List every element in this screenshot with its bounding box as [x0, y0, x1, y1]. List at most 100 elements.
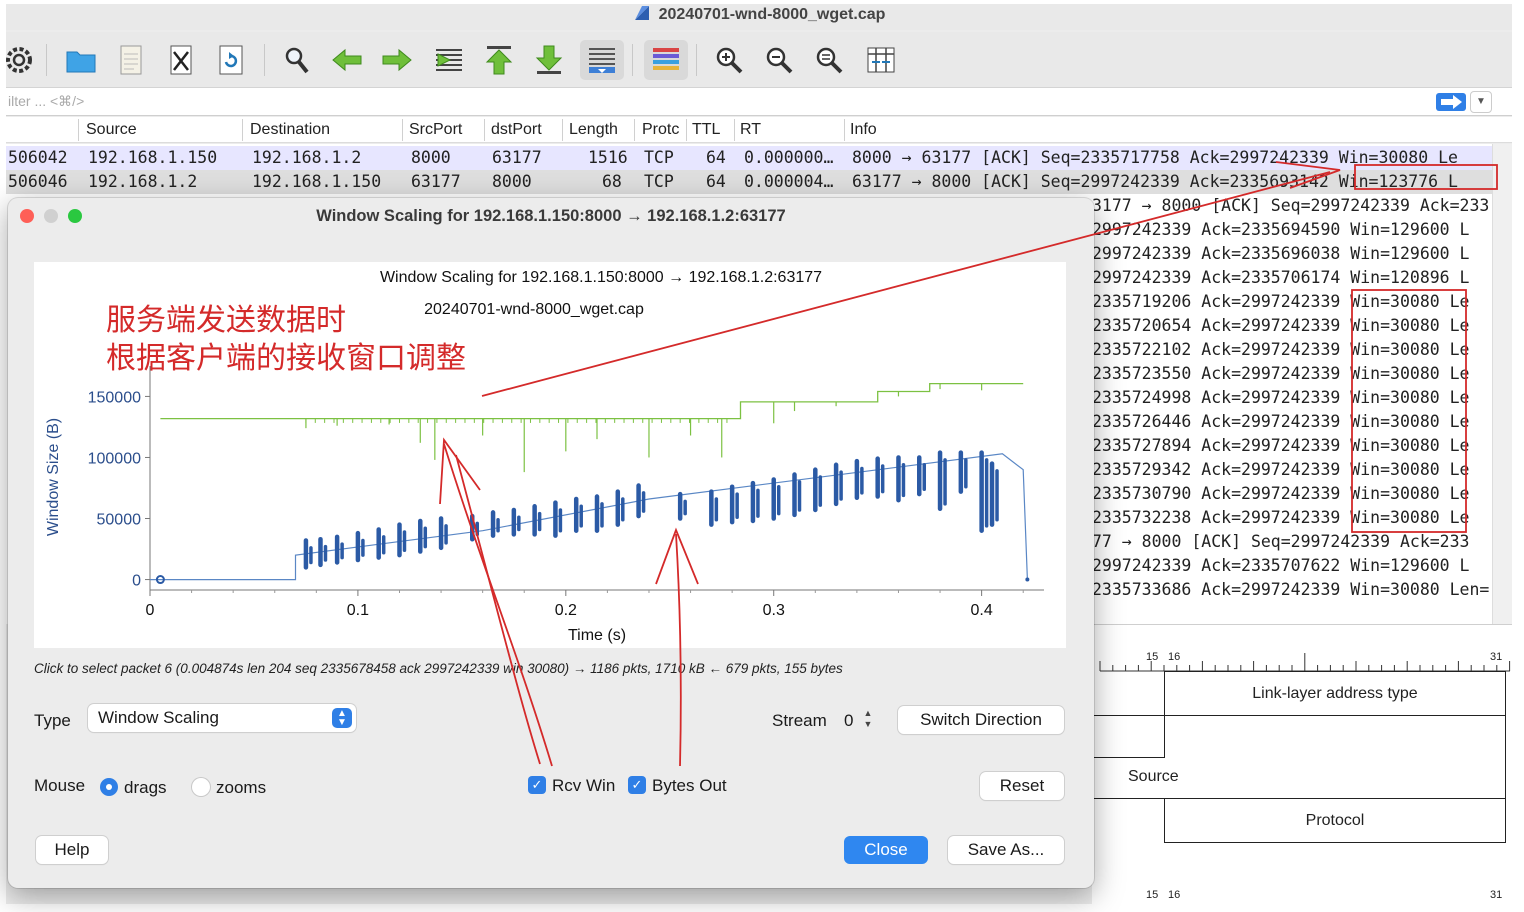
field-link-layer-address-type[interactable]: Link-layer address type: [1164, 671, 1506, 715]
ruler-label-16: 16: [1168, 889, 1181, 901]
packet-info: 2997242339 Ack=2335707622 Win=129600 L: [1092, 556, 1470, 575]
go-to-packet-icon[interactable]: [430, 40, 468, 80]
bytes-out-checkbox[interactable]: ✓: [628, 776, 646, 794]
field-label: Protocol: [1305, 812, 1365, 829]
field-protocol[interactable]: Protocol: [1164, 799, 1506, 843]
column-source[interactable]: Source: [86, 121, 137, 139]
field-label: Link-layer address type: [1252, 685, 1418, 702]
packet-destination: 192.168.1.2: [252, 148, 362, 167]
window-scaling-dialog: Window Scaling for 192.168.1.150:8000 → …: [8, 198, 1094, 888]
type-label: Type: [34, 711, 71, 730]
save-as-button[interactable]: Save As...: [948, 836, 1064, 864]
file-icon[interactable]: [112, 40, 150, 80]
packet-info: 2335726446 Ack=2997242339 Win=30080 Le: [1092, 412, 1470, 431]
packet-dstport: 8000: [492, 172, 532, 191]
reload-icon[interactable]: [212, 40, 250, 80]
main-toolbar: [6, 32, 1512, 88]
packet-source: 192.168.1.2: [88, 172, 198, 191]
stream-value[interactable]: 0: [844, 711, 853, 731]
ruler-label-31: 31: [1490, 889, 1503, 901]
packet-srcport: 63177: [411, 172, 461, 191]
packet-info: 2335732238 Ack=2997242339 Win=30080 Le: [1092, 508, 1470, 527]
packet-row[interactable]: 506042 192.168.1.150 192.168.1.2 8000 63…: [6, 146, 1492, 170]
column-destination[interactable]: Destination: [250, 121, 330, 139]
field-label: Source: [1128, 768, 1179, 785]
column-length[interactable]: Length: [569, 121, 618, 139]
end-marker: [1025, 577, 1030, 582]
apply-filter-arrow-icon[interactable]: [1436, 93, 1466, 111]
stream-stepper-icon[interactable]: ▲ ▼: [862, 708, 874, 732]
mouse-drags-label[interactable]: drags: [124, 778, 167, 798]
chart-title: Window Scaling for 192.168.1.150:8000 → …: [380, 269, 822, 286]
resize-columns-icon[interactable]: [862, 40, 900, 80]
column-rt[interactable]: RT: [740, 121, 761, 139]
graph-type-value: Window Scaling: [98, 708, 219, 727]
packet-row[interactable]: 506046 192.168.1.2 192.168.1.150 63177 8…: [6, 170, 1492, 194]
colorize-icon[interactable]: [644, 40, 688, 80]
settings-gear-icon[interactable]: [6, 40, 38, 80]
column-ttl[interactable]: TTL: [692, 121, 720, 139]
mouse-zooms-radio[interactable]: [192, 778, 210, 796]
packet-no: 506046: [8, 172, 68, 191]
zoom-reset-icon[interactable]: [810, 40, 848, 80]
series-rcv-win-line: [160, 382, 1024, 420]
column-dstport[interactable]: dstPort: [491, 121, 542, 139]
find-packet-icon[interactable]: [278, 40, 316, 80]
last-packet-icon[interactable]: [530, 40, 568, 80]
packet-info: 77 → 8000 [ACK] Seq=2997242339 Ack=233: [1092, 532, 1470, 551]
close-file-icon[interactable]: [162, 40, 200, 80]
packet-info: 2335733686 Ack=2997242339 Win=30080 Len=: [1092, 580, 1490, 599]
series-bytes-out-line: [150, 453, 1028, 581]
window-scaling-plot[interactable]: Window Scaling for 192.168.1.150:8000 → …: [34, 262, 1066, 648]
packet-info: 2335729342 Ack=2997242339 Win=30080 Le: [1092, 460, 1470, 479]
mouse-drags-radio[interactable]: [100, 778, 118, 796]
packet-ttl: 64: [706, 148, 726, 167]
rcv-win-checkbox[interactable]: ✓: [528, 776, 546, 794]
capture-file-icon: [633, 5, 651, 21]
y-tick-label: 0: [132, 573, 141, 590]
mouse-zooms-label[interactable]: zooms: [216, 778, 266, 798]
packet-info: 2335719206 Ack=2997242339 Win=30080 Le: [1092, 292, 1470, 311]
go-forward-icon[interactable]: [378, 40, 416, 80]
window-title: 20240701-wnd-8000_wget.cap: [658, 6, 886, 23]
bytes-out-label[interactable]: Bytes Out: [652, 776, 727, 796]
autoscroll-icon[interactable]: [580, 40, 624, 80]
packet-info: 2997242339 Ack=2335696038 Win=129600 L: [1092, 244, 1470, 263]
filter-input[interactable]: ilter ... <⌘/>: [8, 93, 84, 110]
column-protocol[interactable]: Protc: [642, 121, 679, 139]
graph-type-select[interactable]: Window Scaling ▲ ▼: [88, 704, 356, 732]
x-tick-label: 0.2: [555, 602, 577, 619]
zoom-out-icon[interactable]: [760, 40, 798, 80]
packet-source: 192.168.1.150: [88, 148, 218, 167]
packet-no: 506042: [8, 148, 68, 167]
filter-dropdown-chevron-icon[interactable]: ▼: [1470, 91, 1492, 113]
reset-button[interactable]: Reset: [980, 772, 1064, 800]
packet-hint-text: Click to select packet 6 (0.004874s len …: [34, 661, 843, 676]
help-button[interactable]: Help: [36, 836, 108, 864]
packet-list-header: Source Destination SrcPort dstPort Lengt…: [6, 117, 1512, 143]
packet-rt: 0.000000…: [744, 148, 834, 167]
first-packet-icon[interactable]: [480, 40, 518, 80]
packet-protocol: TCP: [644, 148, 674, 167]
column-info[interactable]: Info: [850, 121, 877, 139]
packet-list-scrollbar[interactable]: [1492, 144, 1512, 624]
open-folder-icon[interactable]: [62, 40, 100, 80]
packet-info: 3177 → 8000 [ACK] Seq=2997242339 Ack=233: [1092, 196, 1490, 215]
packet-info: 8000 → 63177 [ACK] Seq=2335717758 Ack=29…: [852, 148, 1458, 167]
switch-direction-button[interactable]: Switch Direction: [898, 706, 1064, 734]
close-button[interactable]: Close: [844, 836, 928, 864]
chart-svg[interactable]: Window Scaling for 192.168.1.150:8000 → …: [34, 262, 1066, 648]
y-axis-label: Window Size (B): [45, 418, 62, 536]
y-tick-label: 50000: [97, 512, 142, 529]
x-tick-label: 0.4: [971, 602, 993, 619]
go-back-icon[interactable]: [328, 40, 366, 80]
packet-info: 2335720654 Ack=2997242339 Win=30080 Le: [1092, 316, 1470, 335]
packet-info: 63177 → 8000 [ACK] Seq=2997242339 Ack=23…: [852, 172, 1458, 191]
column-srcport[interactable]: SrcPort: [409, 121, 462, 139]
window-titlebar: 20240701-wnd-8000_wget.cap: [6, 4, 1512, 30]
packet-protocol: TCP: [644, 172, 674, 191]
packet-info: 2335724998 Ack=2997242339 Win=30080 Le: [1092, 388, 1470, 407]
zoom-in-icon[interactable]: [710, 40, 748, 80]
packet-destination: 192.168.1.150: [252, 172, 382, 191]
rcv-win-label[interactable]: Rcv Win: [552, 776, 615, 796]
